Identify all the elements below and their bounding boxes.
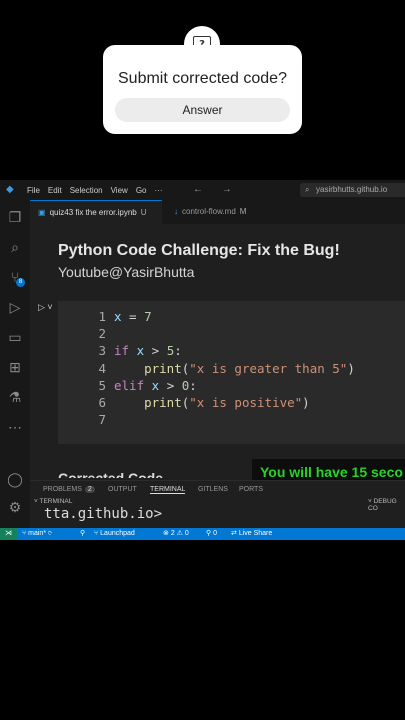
nav-arrows[interactable]: ← → (193, 184, 240, 195)
tab-flag: U (140, 208, 147, 217)
code-token: > (144, 343, 167, 359)
extensions-icon[interactable]: ⊞ (6, 358, 24, 376)
menu-view[interactable]: View (111, 186, 128, 195)
code-token: ) (347, 360, 355, 376)
code-token: if (114, 343, 130, 359)
menu-file[interactable]: File (27, 186, 40, 195)
code-token: elif (114, 377, 145, 393)
remote-icon[interactable]: ⋊ (0, 528, 17, 540)
tab-label: control-flow.md (182, 207, 236, 216)
partial-heading: Corrected Code (58, 470, 164, 478)
status-bar: ⋊ ⑂ main* ⟳ ⚲ ⑂ Launchpad ⊗ 2 ⚠ 0 ⚲ 0 ⇄ … (0, 528, 405, 540)
tab-flag: M (239, 207, 247, 216)
code-token: x (129, 343, 145, 359)
search-icon[interactable]: ⌕ (6, 238, 24, 256)
code-token: > (159, 377, 182, 393)
notebook-icon: ▣ (38, 208, 46, 217)
menu-edit[interactable]: Edit (48, 186, 62, 195)
tab-control-flow[interactable]: ↓ control-flow.md M (166, 200, 266, 224)
problems-status[interactable]: ⊗ 2 ⚠ 0 (163, 528, 189, 540)
markdown-icon: ↓ (174, 207, 178, 216)
tab-label: quiz43 fix the error.ipynb (49, 208, 137, 217)
menu-bar: File Edit Selection View Go ··· (27, 186, 162, 195)
menu-selection[interactable]: Selection (70, 186, 103, 195)
search-text: yasirbhutts.github.io (316, 185, 388, 194)
vscode-logo-icon: ◆ (6, 184, 14, 195)
code-token: "x is greater than 5" (189, 360, 348, 376)
warning-count: 0 (184, 530, 189, 537)
panel-tabs: PROBLEMS 2 OUTPUT TERMINAL GITLENS PORTS (30, 480, 405, 499)
line-number: 7 (98, 412, 106, 428)
code-token: print (144, 360, 182, 376)
branch-status[interactable]: ⑂ main* ⟳ (22, 528, 52, 540)
code-token: print (144, 395, 182, 411)
line-number: 3 (98, 343, 106, 359)
command-center-search[interactable]: ⌕ yasirbhutts.github.io (300, 183, 405, 197)
menu-more[interactable]: ··· (154, 186, 162, 195)
activity-bar: ❐ ⌕ ⑂ ▷ ▭ ⊞ ⚗ ⋯ ◯ ⚙ (0, 200, 30, 528)
ports-status[interactable]: ⚲ 0 (206, 528, 217, 540)
code-token: x (144, 377, 160, 393)
debug-console-header: ˅ DEBUG CO (368, 498, 397, 512)
answer-button[interactable]: Answer (115, 98, 290, 122)
line-number: 5 (98, 377, 106, 393)
explorer-icon[interactable]: ❐ (6, 208, 24, 226)
line-number: 6 (98, 395, 106, 411)
tab-terminal[interactable]: TERMINAL (150, 486, 186, 494)
error-count: 2 (170, 530, 175, 537)
line-number: 1 (98, 309, 106, 324)
tab-quiz-notebook[interactable]: ▣ quiz43 fix the error.ipynb U (30, 200, 162, 224)
code-editor[interactable]: 1x = 7 2 3 if x > 5: 4 print("x is greate… (90, 308, 355, 428)
launchpad-label: Launchpad (100, 530, 135, 537)
menu-go[interactable]: Go (136, 186, 147, 195)
problems-count-badge: 2 (84, 486, 95, 493)
markdown-title: Python Code Challenge: Fix the Bug! (58, 242, 340, 259)
run-debug-icon[interactable]: ▷ (6, 298, 24, 316)
tab-output[interactable]: OUTPUT (108, 486, 137, 493)
search-icon: ⌕ (305, 185, 310, 194)
settings-gear-icon[interactable]: ⚙ (6, 498, 24, 516)
question-sticker: Submit corrected code? Answer (103, 45, 302, 134)
tab-ports[interactable]: PORTS (239, 486, 263, 493)
tab-label: PROBLEMS (43, 486, 82, 493)
code-token: = (121, 309, 145, 324)
terminal-header-label: TERMINAL (39, 498, 73, 505)
git-graph-icon[interactable]: ⚲ (80, 528, 85, 540)
code-token: 7 (144, 309, 152, 324)
editor-tabs: ▣ quiz43 fix the error.ipynb U ↓ control-fl… (30, 200, 405, 224)
launchpad-status[interactable]: ⑂ Launchpad (94, 528, 135, 540)
tab-problems[interactable]: PROBLEMS 2 (43, 486, 95, 493)
debug-header-label: DEBUG CO (368, 498, 397, 512)
live-share-label: Live Share (238, 530, 273, 537)
question-title: Submit corrected code? (118, 70, 287, 87)
branch-name: main* (28, 530, 47, 537)
remote-explorer-icon[interactable]: ▭ (6, 328, 24, 346)
more-icon[interactable]: ⋯ (6, 418, 24, 436)
code-token: : (189, 377, 197, 393)
title-bar: ◆ File Edit Selection View Go ··· ← → ⌕ … (0, 180, 405, 200)
terminal-output[interactable]: tta.github.io> (44, 506, 162, 524)
run-cell-button[interactable]: ▷ ˅ (38, 302, 53, 313)
vscode-window: ◆ File Edit Selection View Go ··· ← → ⌕ … (0, 180, 405, 540)
line-number: 4 (98, 360, 106, 376)
code-token: "x is positive" (189, 395, 303, 411)
code-token: : (174, 343, 182, 359)
source-control-icon[interactable]: ⑂ (6, 268, 25, 287)
testing-icon[interactable]: ⚗ (6, 388, 24, 406)
ports-count: 0 (213, 530, 217, 537)
code-token: ) (302, 395, 310, 411)
account-icon[interactable]: ◯ (6, 470, 24, 488)
live-share-status[interactable]: ⇄ Live Share (231, 528, 272, 540)
markdown-subtitle: Youtube@YasirBhutta (58, 264, 195, 280)
line-number: 2 (98, 326, 106, 342)
code-token: x (114, 309, 122, 324)
tab-gitlens[interactable]: GITLENS (198, 486, 228, 493)
